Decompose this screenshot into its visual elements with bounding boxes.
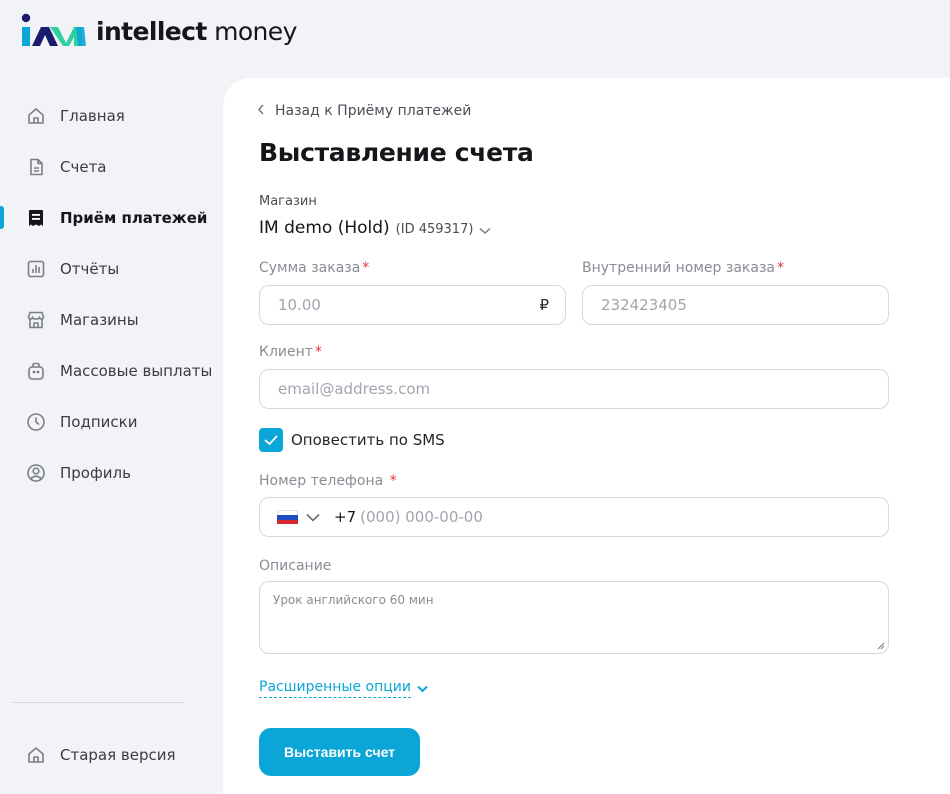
shop-label: Магазин (259, 194, 317, 209)
bag-icon (25, 360, 47, 382)
chevron-down-icon (306, 513, 320, 522)
sidebar-item-label: Магазины (60, 310, 139, 329)
back-link[interactable]: Назад к Приёму платежей (257, 103, 471, 119)
phone-placeholder: (000) 000-00-00 (360, 508, 483, 526)
sidebar-item-mass-payouts[interactable]: Массовые выплаты (0, 345, 222, 396)
client-label: Клиент * (259, 344, 322, 360)
ruble-currency-icon: ₽ (539, 296, 549, 314)
receipt-icon (25, 207, 47, 229)
active-indicator (0, 206, 4, 229)
back-link-label: Назад к Приёму платежей (275, 103, 472, 119)
document-icon (25, 156, 47, 178)
phone-prefix: +7 (334, 508, 357, 526)
russia-flag-icon (277, 510, 298, 524)
sidebar-item-stores[interactable]: Магазины (0, 294, 222, 345)
internal-order-input[interactable]: 232423405 (582, 285, 889, 325)
country-picker[interactable] (277, 510, 320, 524)
phone-label: Номер телефона * (259, 473, 397, 489)
home-icon (25, 105, 47, 127)
sidebar-item-label: Приём платежей (60, 208, 208, 227)
shop-id: (ID 459317) (395, 222, 474, 237)
phone-input[interactable]: +7 (000) 000-00-00 (259, 497, 889, 537)
chevron-down-icon (417, 685, 428, 693)
order-sum-placeholder: 10.00 (278, 296, 321, 314)
clock-icon (25, 411, 47, 433)
sidebar-item-reports[interactable]: Отчёты (0, 243, 222, 294)
sms-notify-checkbox-row[interactable]: Оповестить по SMS (259, 428, 445, 452)
home-icon (25, 744, 47, 766)
order-sum-label: Сумма заказа * (259, 260, 370, 276)
sidebar-item-label: Профиль (60, 463, 131, 482)
chevron-down-icon (479, 227, 491, 235)
description-label: Описание (259, 558, 332, 574)
sms-notify-checkbox[interactable] (259, 428, 283, 452)
sidebar: Главная Счета Приём платежей Отчёты Мага… (0, 90, 222, 498)
sidebar-item-old-version[interactable]: Старая версия (0, 729, 222, 780)
chevron-left-icon (257, 103, 265, 119)
description-placeholder: Урок английского 60 мин (273, 593, 434, 607)
sidebar-item-label: Массовые выплаты (60, 361, 213, 380)
store-icon (25, 309, 47, 331)
internal-order-placeholder: 232423405 (601, 296, 687, 314)
sidebar-item-label: Главная (60, 106, 125, 125)
user-icon (25, 462, 47, 484)
sidebar-item-subscriptions[interactable]: Подписки (0, 396, 222, 447)
sidebar-item-home[interactable]: Главная (0, 90, 222, 141)
page-title: Выставление счета (259, 138, 534, 167)
sidebar-item-profile[interactable]: Профиль (0, 447, 222, 498)
sidebar-item-label: Подписки (60, 412, 138, 431)
sms-notify-label: Оповестить по SMS (291, 431, 445, 449)
advanced-options-toggle[interactable]: Расширенные опции (259, 679, 428, 698)
bar-chart-icon (25, 258, 47, 280)
order-sum-input[interactable]: 10.00 ₽ (259, 285, 566, 325)
old-version-link[interactable]: Старая версия (0, 729, 222, 780)
shop-select[interactable]: IM demo (Hold) (ID 459317) (259, 218, 491, 238)
client-email-input[interactable]: email@address.com (259, 369, 889, 409)
description-textarea[interactable]: Урок английского 60 мин (259, 581, 889, 654)
sidebar-divider (11, 702, 184, 703)
app-root: intellect money Главная Счета Приём плат… (0, 0, 950, 794)
internal-order-label: Внутренний номер заказа * (582, 260, 784, 276)
sidebar-item-label: Отчёты (60, 259, 120, 278)
advanced-options-label: Расширенные опции (259, 679, 411, 698)
sidebar-item-invoices[interactable]: Счета (0, 141, 222, 192)
sidebar-item-label: Счета (60, 157, 107, 176)
checkmark-icon (264, 435, 278, 445)
sidebar-item-payments[interactable]: Приём платежей (0, 192, 222, 243)
brand-name: intellect money (96, 16, 297, 46)
brand-logo[interactable]: intellect money (20, 13, 297, 49)
shop-name: IM demo (Hold) (259, 218, 390, 238)
client-email-placeholder: email@address.com (278, 380, 431, 398)
resize-grip-icon[interactable] (877, 642, 885, 650)
submit-invoice-button[interactable]: Выставить счет (259, 728, 420, 776)
brand-logo-icon (21, 13, 86, 46)
sidebar-item-label: Старая версия (60, 745, 176, 764)
